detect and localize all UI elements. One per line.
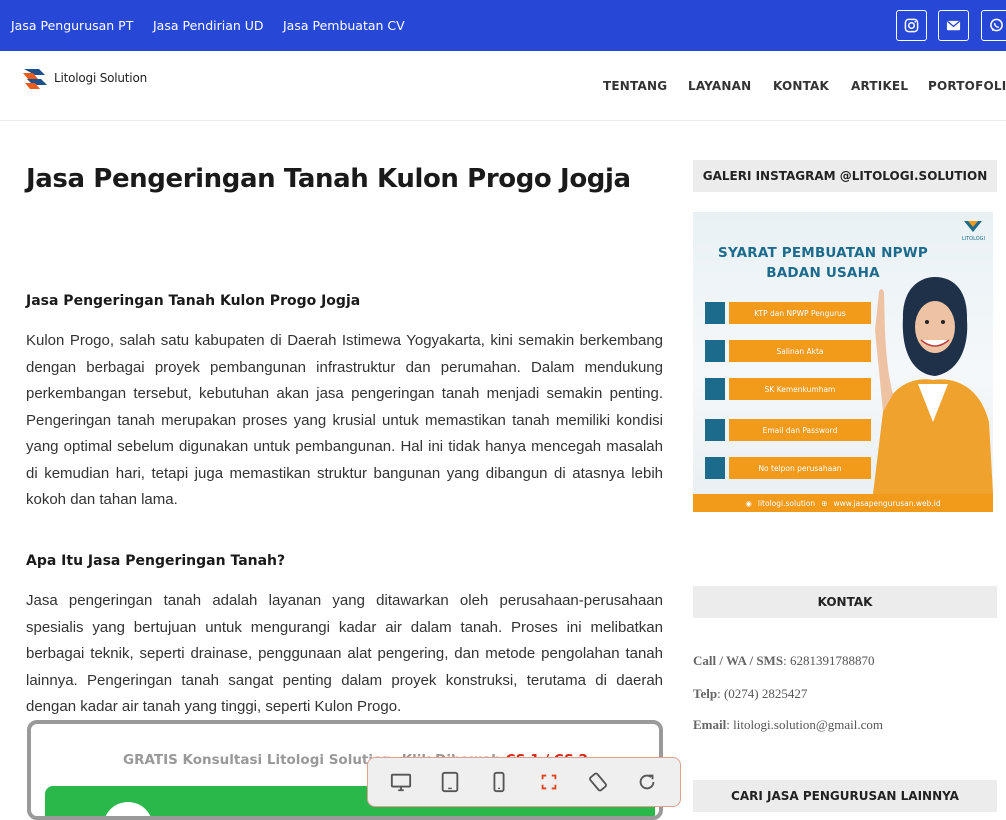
- toplink-jasa-pengurusan-pt[interactable]: Jasa Pengurusan PT: [11, 18, 133, 33]
- ig-footer-instagram-icon: ◉: [745, 498, 752, 508]
- article-subheading-1: Jasa Pengeringan Tanah Kulon Progo Jogja: [26, 293, 361, 309]
- contact-telp-value[interactable]: (0274) 2825427: [724, 686, 807, 701]
- logo-text: Litologi Solution: [54, 71, 147, 85]
- envelope-icon: [946, 20, 961, 31]
- ig-brand-logo: LITOLOGI: [962, 220, 985, 242]
- nav-tentang[interactable]: TENTANG: [603, 79, 667, 93]
- search-services-heading: CARI JASA PENGURUSAN LAINNYA: [693, 780, 997, 812]
- nav-artikel[interactable]: ARTIKEL: [851, 79, 908, 93]
- reload-button[interactable]: [631, 766, 663, 798]
- ig-model-illustration: [873, 277, 993, 494]
- device-preview-toolbar: [367, 757, 681, 807]
- contact-heading: KONTAK: [693, 586, 997, 618]
- tablet-icon: [441, 771, 459, 793]
- desktop-view-button[interactable]: [385, 766, 417, 798]
- desktop-icon: [390, 773, 411, 792]
- toplink-jasa-pendirian-ud[interactable]: Jasa Pendirian UD: [153, 18, 264, 33]
- ig-item: Email dan Password: [705, 419, 871, 441]
- whatsapp-button[interactable]: [981, 10, 1006, 41]
- ig-footer: ◉ litologi.solution ⊕ www.jasapengurusan…: [693, 494, 993, 512]
- ig-title-line1: SYARAT PEMBUATAN NPWP: [718, 245, 928, 261]
- instagram-gallery-heading: GALERI INSTAGRAM @LITOLOGI.SOLUTION: [693, 160, 997, 192]
- tablet-view-button[interactable]: [434, 766, 466, 798]
- instagram-post[interactable]: LITOLOGI SYARAT PEMBUATAN NPWP BADAN USA…: [693, 212, 993, 512]
- ig-footer-globe-icon: ⊕: [821, 498, 828, 508]
- ig-item: SK Kemenkumham: [705, 378, 871, 400]
- instagram-button[interactable]: [896, 10, 927, 41]
- ig-item: Salinan Akta: [705, 340, 871, 362]
- ig-item: No telpon perusahaan: [705, 457, 871, 479]
- logo[interactable]: Litologi Solution: [21, 65, 147, 91]
- main-navbar: Litologi Solution TENTANG LAYANAN KONTAK…: [0, 51, 1006, 121]
- article-paragraph-2: Jasa pengeringan tanah adalah layanan ya…: [26, 592, 663, 715]
- nav-kontak[interactable]: KONTAK: [773, 79, 829, 93]
- contact-email-value[interactable]: litologi.solution@gmail.com: [733, 717, 883, 732]
- mobile-icon: [493, 771, 505, 793]
- article-paragraph-1: Kulon Progo, salah satu kabupaten di Dae…: [26, 332, 663, 508]
- contact-phone: Call / WA / SMS: 6281391788870: [693, 653, 875, 668]
- contact-email: Email: litologi.solution@gmail.com: [693, 717, 884, 732]
- ig-item: KTP dan NPWP Pengurus: [705, 302, 871, 324]
- page-title: Jasa Pengeringan Tanah Kulon Progo Jogja: [26, 164, 631, 194]
- top-bar: Jasa Pengurusan PT Jasa Pendirian UD Jas…: [0, 0, 1006, 51]
- instagram-icon: [904, 18, 919, 33]
- litologi-logo-icon: [23, 69, 47, 89]
- nav-portofolio[interactable]: PORTOFOLIO: [928, 79, 1006, 93]
- fullscreen-icon: [541, 774, 556, 790]
- contact-phone-value[interactable]: 6281391788870: [790, 653, 875, 668]
- fullscreen-button[interactable]: [533, 766, 565, 798]
- mobile-view-button[interactable]: [483, 766, 515, 798]
- toplink-jasa-pembuatan-cv[interactable]: Jasa Pembuatan CV: [283, 18, 405, 33]
- reload-icon: [639, 774, 655, 790]
- contact-telp: Telp: (0274) 2825427: [693, 686, 808, 701]
- whatsapp-icon: [990, 18, 1003, 32]
- article-subheading-2: Apa Itu Jasa Pengeringan Tanah?: [26, 553, 286, 569]
- rotate-button[interactable]: [582, 766, 614, 798]
- rotate-icon: [588, 772, 607, 792]
- nav-layanan[interactable]: LAYANAN: [688, 79, 751, 93]
- email-button[interactable]: [938, 10, 969, 41]
